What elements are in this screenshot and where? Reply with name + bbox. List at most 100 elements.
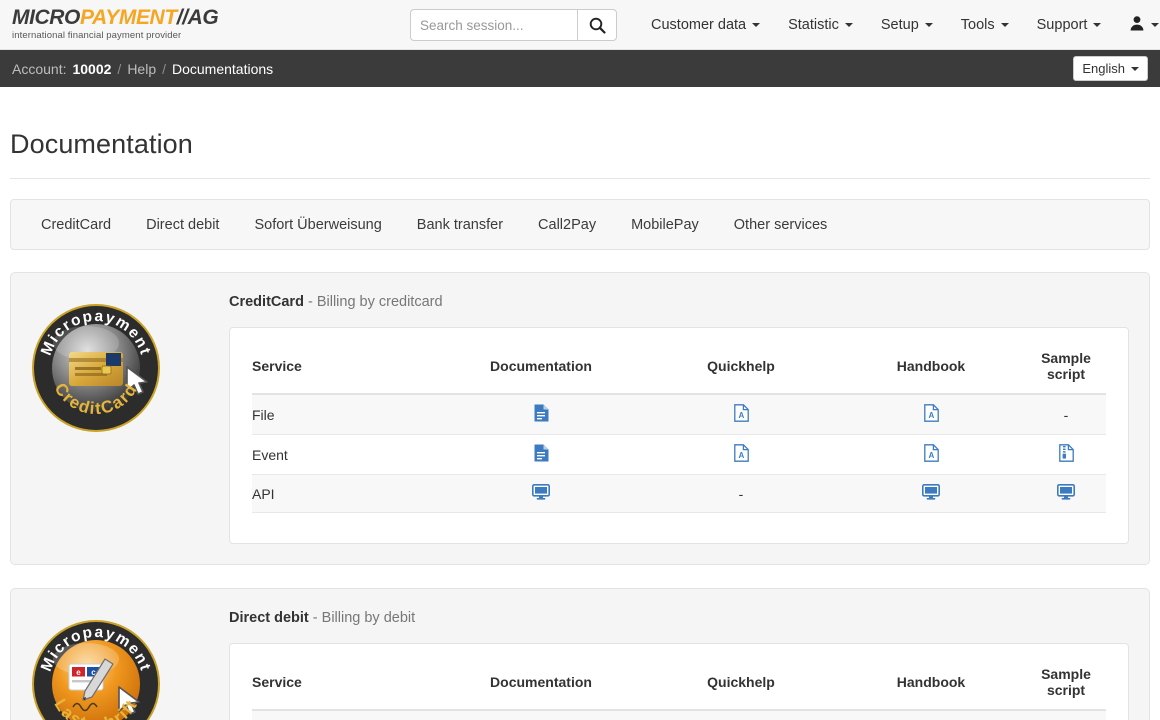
cell-service-name: File [252, 394, 436, 435]
search-button[interactable] [577, 9, 617, 41]
cell-sample-script [1026, 474, 1106, 513]
micropayment-lastschrift-seal-icon: e c Micropayment Lastschrift [32, 620, 160, 720]
nav-label: Setup [880, 17, 919, 33]
cell-documentation [436, 710, 646, 720]
documentation-table-direct-debit: Service Documentation Quickhelp Handbook… [229, 643, 1129, 720]
pdf-icon[interactable]: A [923, 444, 939, 462]
th-sample-script: Sample script [1026, 338, 1106, 395]
service-heading-creditcard: CreditCard - Billing by creditcard [229, 291, 1129, 310]
tab-other-services[interactable]: Other services [734, 217, 827, 233]
nav-item-tools[interactable]: Tools [947, 0, 1023, 50]
nav-item-user-account[interactable] [1115, 0, 1160, 50]
nav-label: Support [1036, 17, 1088, 33]
cell-documentation [436, 474, 646, 513]
nav-item-statistic[interactable]: Statistic [774, 0, 867, 50]
tab-mobilepay[interactable]: MobilePay [631, 217, 699, 233]
th-sample-script: Sample script [1026, 654, 1106, 711]
main-menu: Customer data Statistic Setup Tools Supp… [637, 0, 1160, 50]
cell-handbook: A [836, 394, 1026, 435]
service-panel-creditcard: Micropayment CreditCard CreditCard - Bil… [10, 272, 1150, 565]
tab-call2pay[interactable]: Call2Pay [538, 217, 596, 233]
nav-item-customer-data[interactable]: Customer data [637, 0, 774, 50]
seal-direct-debit: e c Micropayment Lastschrift [31, 607, 229, 720]
table-row: File [252, 710, 1106, 720]
cell-quickhelp: A [646, 394, 836, 435]
monitor-icon[interactable] [922, 484, 940, 500]
session-search [410, 9, 617, 41]
page-content: Documentation CreditCard Direct debit So… [0, 87, 1160, 720]
table-row: Event A A [252, 434, 1106, 475]
chevron-down-icon [1151, 23, 1160, 27]
breadcrumb-account-number: 10002 [72, 60, 112, 77]
table-header-row: Service Documentation Quickhelp Handbook… [252, 654, 1106, 711]
cell-sample-script: - [1026, 710, 1106, 720]
service-subtitle: - Billing by debit [308, 610, 416, 626]
svg-text:e: e [76, 668, 81, 677]
chevron-down-icon [844, 23, 853, 27]
cell-quickhelp: A [646, 710, 836, 720]
pdf-icon[interactable]: A [733, 444, 749, 462]
nav-label: Statistic [788, 17, 839, 33]
monitor-icon[interactable] [532, 484, 550, 500]
documentation-table-creditcard: Service Documentation Quickhelp Handbook… [229, 327, 1129, 544]
svg-text:A: A [928, 451, 934, 460]
th-quickhelp: Quickhelp [646, 654, 836, 711]
logo-text-ag: AG [187, 6, 219, 29]
cell-documentation [436, 394, 646, 435]
tab-sofort-uberweisung[interactable]: Sofort Überweisung [254, 217, 381, 233]
logo-tagline: international financial payment provider [12, 30, 182, 41]
cell-service-name: Event [252, 434, 436, 475]
service-body-creditcard: CreditCard - Billing by creditcard Servi… [229, 291, 1129, 544]
monitor-icon[interactable] [1057, 484, 1075, 500]
cell-handbook: A [836, 710, 1026, 720]
breadcrumb-account-label: Account: [12, 60, 67, 77]
breadcrumb-current-page: Documentations [172, 60, 274, 77]
search-icon [589, 17, 606, 34]
table-row: File [252, 394, 1106, 435]
breadcrumb-separator: / [117, 60, 122, 77]
svg-text:A: A [738, 451, 744, 460]
doc-table: Service Documentation Quickhelp Handbook… [252, 654, 1106, 720]
cell-documentation [436, 434, 646, 475]
pdf-icon[interactable]: A [923, 404, 939, 422]
nav-item-setup[interactable]: Setup [867, 0, 947, 50]
cell-quickhelp: A [646, 434, 836, 475]
breadcrumb-link-help[interactable]: Help [127, 61, 156, 77]
th-service: Service [252, 654, 436, 711]
tab-creditcard[interactable]: CreditCard [41, 217, 111, 233]
doc-icon[interactable] [534, 444, 549, 462]
th-documentation: Documentation [436, 338, 646, 395]
cell-service-name: API [252, 474, 436, 513]
cell-quickhelp: - [646, 474, 836, 513]
th-handbook: Handbook [836, 338, 1026, 395]
chevron-down-icon [1000, 23, 1009, 27]
table-row: API - [252, 474, 1106, 513]
page-title: Documentation [10, 129, 193, 159]
nav-label: Customer data [651, 17, 747, 33]
logo-wordmark: MICROPAYMENT//AG [12, 7, 330, 29]
cell-sample-script [1026, 434, 1106, 475]
logo-text-slash: // [176, 6, 188, 29]
tab-direct-debit[interactable]: Direct debit [146, 217, 219, 233]
service-heading-direct-debit: Direct debit - Billing by debit [229, 607, 1129, 626]
service-body-direct-debit: Direct debit - Billing by debit Service … [229, 607, 1129, 720]
language-selector-label: English [1082, 61, 1125, 76]
search-input[interactable] [410, 9, 577, 41]
seal-creditcard: Micropayment CreditCard [31, 291, 229, 544]
doc-table: Service Documentation Quickhelp Handbook… [252, 338, 1106, 513]
doc-icon[interactable] [534, 404, 549, 422]
logo-text-payment: PAYMENT [80, 6, 177, 29]
th-documentation: Documentation [436, 654, 646, 711]
th-service: Service [252, 338, 436, 395]
cell-handbook [836, 474, 1026, 513]
logo-text-micro: MICRO [12, 6, 80, 29]
title-divider [10, 178, 1150, 179]
breadcrumb-separator: / [162, 60, 166, 77]
site-logo[interactable]: MICROPAYMENT//AG international financial… [0, 7, 330, 42]
zip-icon[interactable] [1058, 444, 1074, 462]
nav-label: Tools [960, 17, 995, 33]
tab-bank-transfer[interactable]: Bank transfer [417, 217, 503, 233]
language-selector[interactable]: English [1073, 56, 1148, 81]
pdf-icon[interactable]: A [733, 404, 749, 422]
nav-item-support[interactable]: Support [1023, 0, 1116, 50]
